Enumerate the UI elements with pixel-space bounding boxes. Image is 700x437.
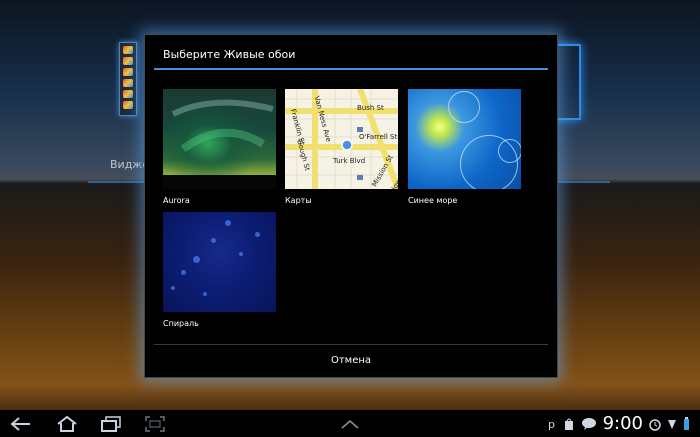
screenshot-icon[interactable] xyxy=(142,413,168,435)
particle-dot xyxy=(225,220,231,226)
wifi-icon xyxy=(667,417,677,431)
alarm-icon xyxy=(649,417,661,431)
wallpaper-label: Спираль xyxy=(163,319,199,328)
particle-dot xyxy=(203,292,207,296)
recent-apps-icon[interactable] xyxy=(98,413,124,435)
shopping-bag-icon[interactable] xyxy=(563,417,575,431)
bubble-decoration xyxy=(448,91,480,123)
particle-dot xyxy=(211,238,216,243)
aurora-thumbnail xyxy=(163,89,276,189)
particle-dot xyxy=(181,270,186,275)
particle-dot xyxy=(239,252,243,256)
back-icon[interactable] xyxy=(8,413,34,435)
wallpaper-label: Aurora xyxy=(163,196,190,205)
wallpaper-label: Карты xyxy=(285,196,312,205)
dialog-footer-divider xyxy=(154,344,548,345)
particle-dot xyxy=(193,256,200,263)
spiral-thumbnail xyxy=(163,212,276,312)
cancel-button[interactable]: Отмена xyxy=(154,347,548,375)
blue-sea-thumbnail xyxy=(408,89,521,189)
map-street-label: Bush St xyxy=(357,104,384,112)
dialog-title: Выберите Живые обои xyxy=(163,48,296,61)
particle-dot xyxy=(171,286,175,290)
map-thumbnail: Van Ness Ave Franklin St Gough St Bush S… xyxy=(285,89,398,189)
wallpaper-item-maps[interactable]: Van Ness Ave Franklin St Gough St Bush S… xyxy=(285,89,400,205)
map-street-label: O'Farrell St xyxy=(359,133,398,141)
tree-silhouette xyxy=(163,175,276,189)
wallpaper-item-aurora[interactable]: Aurora xyxy=(163,89,278,205)
expand-up-icon[interactable] xyxy=(337,413,363,435)
battery-icon xyxy=(683,416,690,431)
background-app-thumbnail xyxy=(119,42,137,116)
clock: 9:00 xyxy=(602,413,643,434)
home-icon[interactable] xyxy=(54,413,80,435)
title-divider xyxy=(154,68,548,70)
live-wallpaper-dialog: Выберите Живые обои Aurora Van Ness Ave … xyxy=(144,34,558,378)
wallpaper-item-spiral[interactable]: Спираль xyxy=(163,212,278,328)
search-icon[interactable]: р xyxy=(547,417,557,431)
particle-dot xyxy=(255,232,260,237)
bubble-decoration xyxy=(498,139,521,163)
wallpaper-item-blue-sea[interactable]: Синее море xyxy=(408,89,523,205)
map-street-label: Turk Blvd xyxy=(333,157,366,165)
wallpaper-label: Синее море xyxy=(408,196,458,205)
status-area: р 9:00 xyxy=(547,410,690,437)
svg-text:р: р xyxy=(548,418,555,431)
chat-icon[interactable] xyxy=(581,417,597,431)
system-bar: р 9:00 xyxy=(0,410,700,437)
